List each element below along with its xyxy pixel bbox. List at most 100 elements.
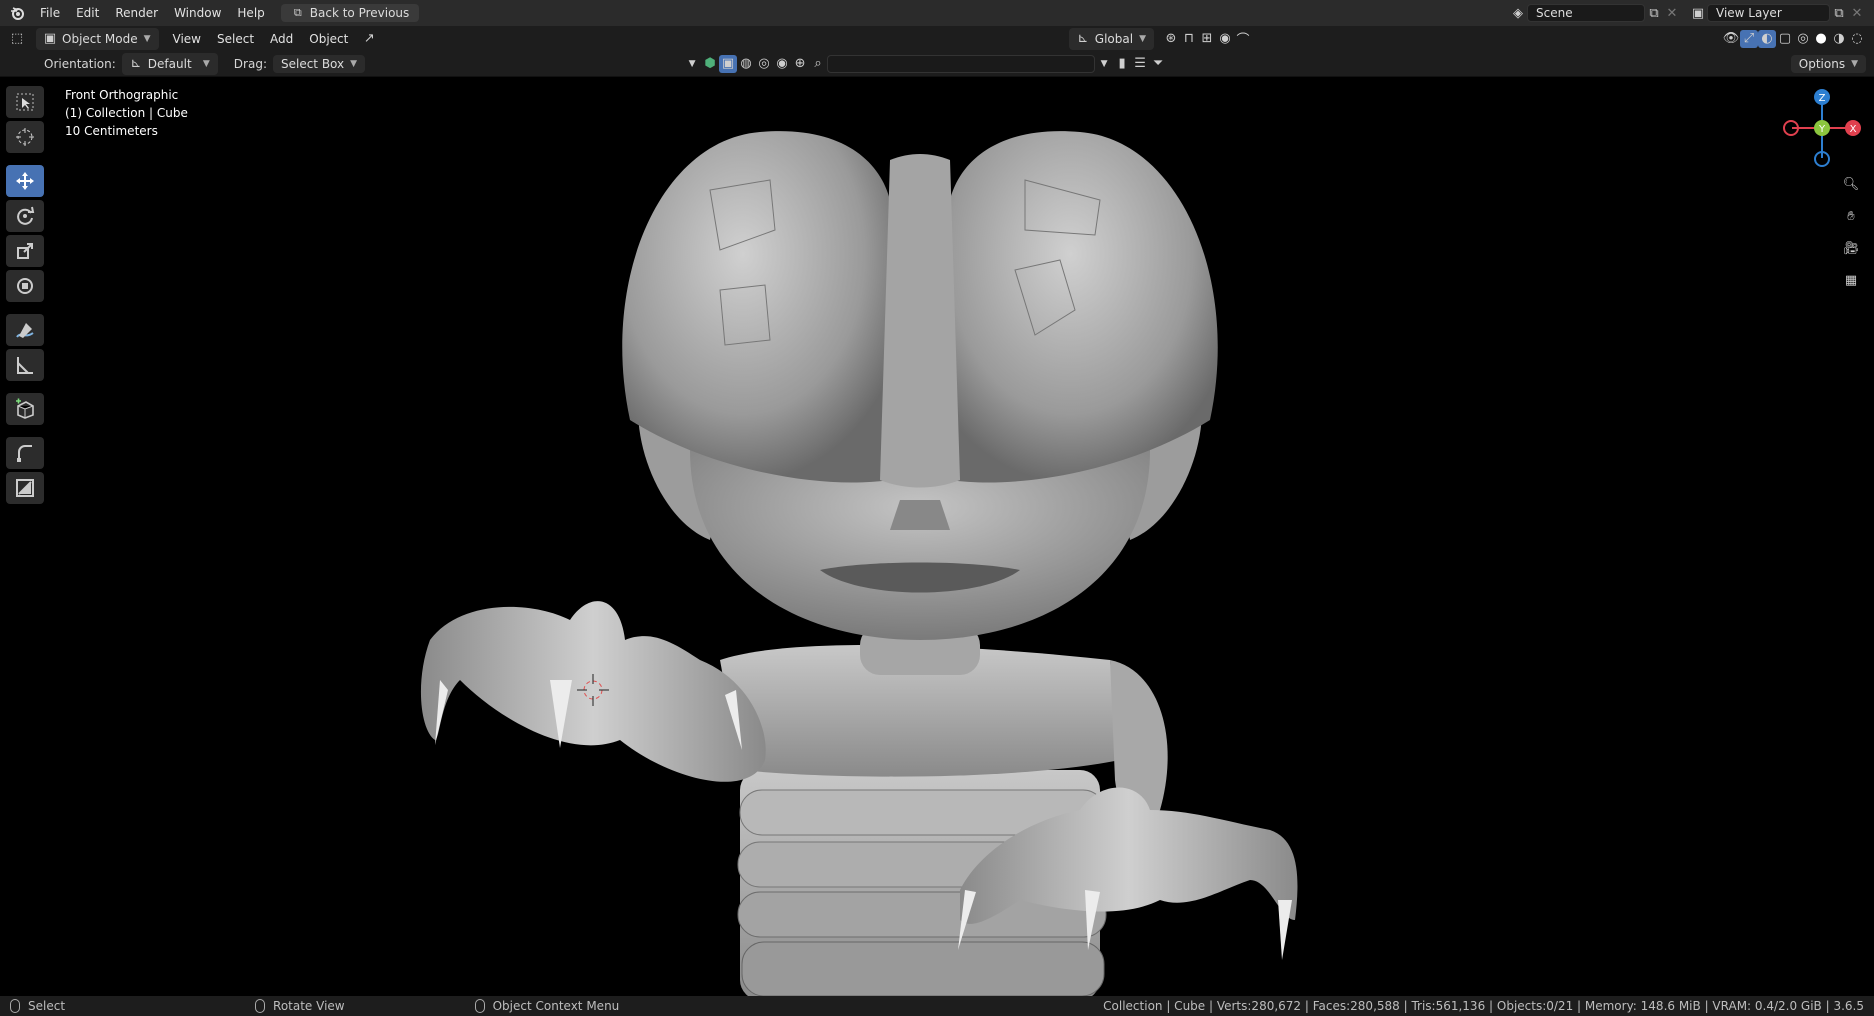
hand-icon: ✋︎ xyxy=(1847,208,1855,224)
tool-settings-bar: Orientation: ⊾ Default ▼ Drag: Select Bo… xyxy=(0,51,1874,77)
rendered-shading-icon[interactable]: ◌ xyxy=(1848,30,1866,48)
snap-icon[interactable]: ⊓ xyxy=(1180,30,1198,48)
select-mode-icon[interactable]: ▣ xyxy=(719,54,738,73)
delete-view-layer-icon[interactable]: ✕ xyxy=(1848,4,1866,22)
new-scene-icon[interactable]: ⧉ xyxy=(1645,4,1663,22)
gizmo-toggle-icon[interactable]: ⤢ xyxy=(1740,29,1758,48)
navigation-gizmo[interactable]: Z X Y xyxy=(1776,88,1868,168)
menu-view[interactable]: View xyxy=(165,29,209,49)
add-cube-tool[interactable] xyxy=(6,393,44,425)
display-mode-4-icon[interactable]: ⊕ xyxy=(791,55,809,73)
display-mode-2-icon[interactable]: ◎ xyxy=(755,55,773,73)
falloff-icon[interactable]: ⌒ xyxy=(1234,30,1252,48)
select-box-tool[interactable] xyxy=(6,86,44,118)
nose xyxy=(890,500,950,530)
status-middle-click: Rotate View xyxy=(255,999,345,1013)
filter-chevron-icon[interactable]: ▼ xyxy=(683,55,701,73)
menu-render[interactable]: Render xyxy=(107,3,166,23)
transform-tool[interactable] xyxy=(6,270,44,302)
move-tool[interactable] xyxy=(6,165,44,197)
scene-statistics: Collection | Cube | Verts:280,672 | Face… xyxy=(1103,999,1864,1013)
filter-icon[interactable]: ⏷ xyxy=(1149,55,1167,73)
scale-tool[interactable] xyxy=(6,235,44,267)
orientation-axes-icon: ⊾ xyxy=(130,56,142,71)
menu-window[interactable]: Window xyxy=(166,3,229,23)
view-layer-name: View Layer xyxy=(1716,6,1782,20)
options-dropdown[interactable]: Options ▼ xyxy=(1790,54,1866,73)
transform-icon xyxy=(17,278,33,294)
menu-help[interactable]: Help xyxy=(229,3,272,23)
view-layer-field[interactable]: View Layer xyxy=(1707,4,1830,22)
solid-shading-icon[interactable]: ● xyxy=(1812,30,1830,48)
shear-tool[interactable] xyxy=(6,437,44,469)
material-shading-icon[interactable]: ◑ xyxy=(1830,30,1848,48)
proportional-edit-icon[interactable]: ◉ xyxy=(1216,30,1234,48)
orientation-value: Default xyxy=(147,56,192,71)
sculpted-creature-model[interactable] xyxy=(420,120,1400,996)
annotate-tool[interactable] xyxy=(6,314,44,346)
view-layer-icon[interactable]: ▣ xyxy=(1689,4,1707,22)
menu-add[interactable]: Add xyxy=(262,29,301,49)
display-mode-icon[interactable]: ◍ xyxy=(737,55,755,73)
delete-scene-icon[interactable]: ✕ xyxy=(1663,4,1681,22)
drag-dropdown[interactable]: Select Box ▼ xyxy=(272,54,366,73)
mouse-left-icon xyxy=(10,999,20,1013)
measure-icon xyxy=(17,357,33,374)
options-label: Options xyxy=(1798,56,1846,71)
menu-object[interactable]: Object xyxy=(301,29,356,49)
shear-icon xyxy=(17,445,32,462)
wireframe-shading-icon[interactable]: ◎ xyxy=(1794,30,1812,48)
measure-tool[interactable] xyxy=(6,349,44,381)
mode-dropdown[interactable]: ▣ Object Mode ▼ xyxy=(36,27,159,50)
rotate-icon xyxy=(17,206,35,225)
transform-orientation-label: Global xyxy=(1094,31,1134,46)
mode-label: Object Mode xyxy=(62,31,138,46)
left-arm xyxy=(420,601,766,782)
search-icon[interactable]: ⌕ xyxy=(809,55,827,73)
sort-icon[interactable]: ☰ xyxy=(1131,55,1149,73)
snap-target-icon[interactable]: ⊞ xyxy=(1198,30,1216,48)
display-mode-3-icon[interactable]: ◉ xyxy=(773,55,791,73)
editor-type-icon[interactable]: ⬚ xyxy=(8,30,26,48)
transform-orientation-dropdown[interactable]: ⊾ Global ▼ xyxy=(1068,27,1154,50)
scene-selector-icon[interactable]: ◈ xyxy=(1509,4,1527,22)
status-left-action: Select xyxy=(28,999,66,1013)
viewport-info: Front Orthographic (1) Collection | Cube… xyxy=(65,86,188,140)
blender-logo-icon[interactable] xyxy=(8,4,26,22)
new-view-layer-icon[interactable]: ⧉ xyxy=(1830,4,1848,22)
overlay-toggle-icon[interactable]: ◐ xyxy=(1758,29,1776,48)
head xyxy=(622,131,1218,488)
drag-value: Select Box xyxy=(280,56,345,71)
select-box-icon xyxy=(16,93,34,111)
xray-toggle-icon[interactable]: ▢ xyxy=(1776,30,1794,48)
scene-field[interactable]: Scene xyxy=(1527,4,1645,22)
viewport-header: ⬚ ▣ Object Mode ▼ View Select Add Object… xyxy=(0,26,1874,51)
sculpt-box-tool[interactable] xyxy=(6,472,44,504)
back-to-previous-button[interactable]: ⧉ Back to Previous xyxy=(280,4,420,22)
bookmark-icon[interactable]: ▮ xyxy=(1113,55,1131,73)
back-icon: ⧉ xyxy=(293,6,302,19)
tool-shelf xyxy=(6,86,46,504)
ortho-toggle-button[interactable]: ▦ xyxy=(1838,268,1864,292)
object-type-icon[interactable]: ⬢ xyxy=(701,55,719,73)
collection-info: (1) Collection | Cube xyxy=(65,106,188,120)
visibility-icon[interactable]: 👁 xyxy=(1722,30,1740,48)
rotate-tool[interactable] xyxy=(6,200,44,232)
menu-edit[interactable]: Edit xyxy=(68,3,107,23)
search-chevron-icon[interactable]: ▼ xyxy=(1095,55,1113,73)
cursor-tool[interactable] xyxy=(6,121,44,153)
viewport-nav-controls: 🔍︎ ✋︎ 🎥︎ ▦ xyxy=(1838,172,1864,292)
top-menu-bar: File Edit Render Window Help ⧉ Back to P… xyxy=(0,0,1874,26)
menu-select[interactable]: Select xyxy=(209,29,262,49)
pivot-icon[interactable]: ⊛ xyxy=(1162,30,1180,48)
gesture-icon[interactable]: ↗ xyxy=(360,30,378,48)
chevron-down-icon: ▼ xyxy=(350,58,358,69)
orientation-dropdown[interactable]: ⊾ Default ▼ xyxy=(121,52,218,75)
status-bar: Select Rotate View Object Context Menu C… xyxy=(0,996,1874,1016)
camera-view-button[interactable]: 🎥︎ xyxy=(1838,236,1864,260)
menu-file[interactable]: File xyxy=(32,3,68,23)
chevron-down-icon: ▼ xyxy=(202,58,210,69)
zoom-view-button[interactable]: 🔍︎ xyxy=(1838,172,1864,196)
pan-view-button[interactable]: ✋︎ xyxy=(1838,204,1864,228)
search-input[interactable] xyxy=(827,54,1096,73)
